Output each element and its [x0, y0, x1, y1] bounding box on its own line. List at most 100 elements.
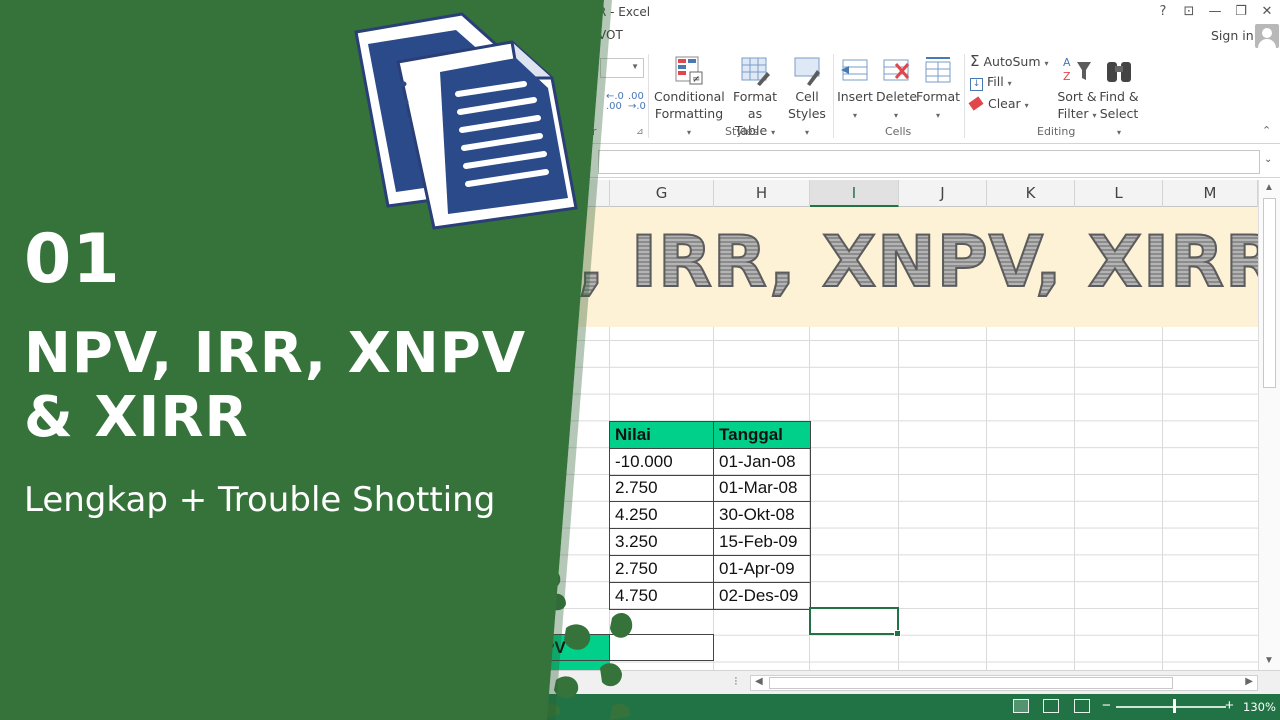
- sheet-tab-bar: ⁝ ◀ ▶: [540, 670, 1280, 694]
- styles-group-label: Styles: [725, 125, 759, 138]
- find-select-button[interactable]: Find & Select ▾: [1098, 54, 1140, 141]
- number-format-dropdown[interactable]: ▼: [600, 58, 644, 78]
- restore-button[interactable]: ❐: [1230, 2, 1252, 22]
- table-header-cell[interactable]: Nilai: [609, 421, 714, 449]
- table-cell[interactable]: 15-Feb-09: [713, 528, 811, 556]
- help-icon[interactable]: ?: [1152, 2, 1174, 22]
- table-cell[interactable]: 01-Jan-08: [713, 447, 811, 476]
- zoom-level[interactable]: 130%: [1243, 700, 1276, 714]
- zoom-slider-thumb[interactable]: [1173, 699, 1176, 713]
- ribbon-separator: [648, 54, 649, 138]
- conditional-formatting-label-2: Formatting: [654, 106, 724, 121]
- find-select-label-1: Find &: [1099, 89, 1139, 104]
- scroll-up-icon[interactable]: ▲: [1264, 182, 1274, 193]
- table-cell[interactable]: 3.250: [609, 528, 714, 556]
- active-cell-cursor[interactable]: [809, 607, 901, 637]
- column-header[interactable]: L: [1075, 180, 1163, 207]
- horizontal-scrollbar[interactable]: ◀ ▶: [750, 675, 1258, 691]
- format-cells-button[interactable]: Format ▾: [916, 54, 960, 124]
- conditional-formatting-button[interactable]: ≠ Conditional Formatting ▾: [654, 54, 725, 141]
- cell-styles-label-2: Styles: [788, 106, 826, 121]
- zoom-out-icon[interactable]: −: [1102, 697, 1111, 714]
- zoom-in-icon[interactable]: +: [1225, 697, 1234, 714]
- increase-decimal-icon[interactable]: ←.0.00: [606, 92, 624, 112]
- table-cell[interactable]: 01-Apr-09: [713, 554, 811, 583]
- decrease-decimal-icon[interactable]: .00 →.0: [628, 92, 646, 112]
- npv-label-text: PV: [543, 638, 566, 657]
- table-cell[interactable]: 01-Mar-08: [713, 474, 811, 503]
- table-cell[interactable]: 02-Des-09: [713, 581, 811, 610]
- number-group-label: r: [592, 125, 597, 138]
- scroll-right-icon[interactable]: ▶: [1245, 676, 1253, 687]
- table-cell[interactable]: 2.750: [609, 554, 714, 583]
- horizontal-scroll-thumb[interactable]: [769, 677, 1173, 689]
- delete-cells-button[interactable]: Delete ▾: [876, 54, 917, 124]
- episode-number: 01: [24, 220, 121, 299]
- more-options-icon[interactable]: ⁝: [734, 674, 738, 688]
- editing-group-label: Editing: [1037, 125, 1076, 138]
- merged-title-cell[interactable]: , IRR, XNPV, XIRR: [540, 207, 1280, 327]
- tab-pivot-fragment[interactable]: VOT: [598, 28, 623, 42]
- table-header-cell[interactable]: Tanggal: [713, 421, 811, 449]
- cells-group-label: Cells: [885, 125, 912, 138]
- npv-label-cell[interactable]: PV: [540, 634, 610, 661]
- format-as-table-label-1: Format as: [732, 89, 778, 121]
- autosum-label: AutoSum: [983, 54, 1041, 69]
- collapse-ribbon-icon[interactable]: ⌃: [1262, 124, 1271, 137]
- column-header[interactable]: H: [714, 180, 810, 207]
- dialog-launcher-icon[interactable]: ⊿: [636, 126, 644, 137]
- scroll-left-icon[interactable]: ◀: [755, 676, 763, 687]
- minimize-button[interactable]: —: [1204, 2, 1226, 22]
- vertical-scrollbar[interactable]: ▲ ▼: [1258, 180, 1280, 670]
- ribbon-tab-row: VOT Sign in: [540, 24, 1280, 48]
- avatar[interactable]: [1255, 24, 1279, 48]
- vertical-scroll-thumb[interactable]: [1263, 198, 1276, 388]
- table-cell[interactable]: -10.000: [609, 447, 714, 476]
- autosum-button[interactable]: Σ AutoSum ▾: [970, 52, 1049, 70]
- status-bar: − + 130%: [540, 694, 1280, 720]
- zoom-slider[interactable]: [1116, 706, 1226, 708]
- table-row: 2.750 01-Apr-09: [609, 554, 811, 583]
- clear-button[interactable]: Clear ▾: [968, 96, 1029, 111]
- format-as-table-icon: [741, 57, 770, 86]
- ribbon-separator: [833, 54, 834, 138]
- table-row: -10.000 01-Jan-08: [609, 447, 811, 476]
- table-cell[interactable]: 4.250: [609, 501, 714, 530]
- column-header[interactable]: M: [1163, 180, 1258, 207]
- table-cell[interactable]: 4.750: [609, 581, 714, 610]
- ribbon-separator: [964, 54, 965, 138]
- next-label-cell[interactable]: [540, 661, 610, 670]
- cell-styles-button[interactable]: Cell Styles ▾: [786, 54, 828, 141]
- column-header[interactable]: K: [987, 180, 1075, 207]
- table-cell[interactable]: 30-Okt-08: [713, 501, 811, 530]
- npv-value-cell[interactable]: [609, 634, 714, 661]
- column-header[interactable]: G: [610, 180, 714, 207]
- close-button[interactable]: ✕: [1256, 2, 1278, 22]
- delete-cells-icon: [883, 59, 910, 81]
- insert-cells-button[interactable]: Insert ▾: [836, 54, 874, 124]
- scroll-down-icon[interactable]: ▼: [1264, 655, 1274, 666]
- excel-title-bar: R - Excel ? ⊡ — ❐ ✕: [540, 0, 1280, 24]
- format-label: Format: [916, 89, 961, 104]
- formula-input[interactable]: [598, 150, 1260, 174]
- column-header-f[interactable]: [540, 180, 610, 207]
- sort-filter-icon: A Z: [1063, 56, 1091, 83]
- normal-view-icon[interactable]: [1013, 699, 1029, 713]
- cell-styles-label-1: Cell: [795, 89, 819, 104]
- sign-in-link[interactable]: Sign in: [1211, 28, 1254, 43]
- table-cell[interactable]: 2.750: [609, 474, 714, 503]
- sort-filter-button[interactable]: A Z Sort & Filter ▾: [1054, 54, 1100, 124]
- fill-button[interactable]: ↓ Fill ▾: [970, 74, 1012, 91]
- page-layout-view-icon[interactable]: [1043, 699, 1059, 713]
- ribbon-display-options-icon[interactable]: ⊡: [1178, 2, 1200, 22]
- page-break-preview-icon[interactable]: [1074, 699, 1090, 713]
- expand-formula-bar-icon[interactable]: ⌄: [1264, 154, 1272, 165]
- table-row: 4.750 02-Des-09: [609, 581, 811, 610]
- column-header-selected[interactable]: I: [810, 180, 899, 207]
- conditional-formatting-label-1: Conditional: [654, 89, 725, 104]
- column-header-row: G H I J K L M: [540, 180, 1258, 207]
- format-cells-icon: [925, 57, 951, 83]
- clear-label: Clear: [987, 96, 1021, 111]
- column-header[interactable]: J: [899, 180, 987, 207]
- table-row: 4.250 30-Okt-08: [609, 501, 811, 530]
